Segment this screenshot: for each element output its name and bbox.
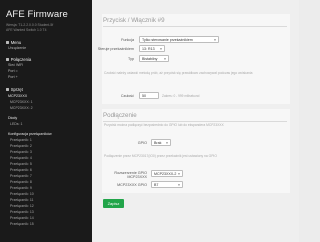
device-name: AFE Wanted Switch 1.0 T4: [6, 28, 47, 32]
mcp-gpio-label: MCP23XXX GPIO: [117, 183, 147, 187]
sidebar-item-wifi[interactable]: Sieć WiFi: [8, 63, 23, 67]
sidebar-item-switch-5[interactable]: Przełącznik: 5: [10, 162, 32, 166]
menu-section-heading: Menu: [6, 40, 21, 45]
gpio-label: GPIO: [137, 141, 147, 145]
sidebar-item-switch-1[interactable]: Przełącznik: 1: [10, 138, 32, 142]
hardware-icon: [6, 87, 10, 92]
sidebar-group-leds[interactable]: Diody: [8, 116, 17, 120]
hardware-section-heading: Sprzęt: [6, 87, 23, 92]
sidebar-item-mcp-2[interactable]: MCP23XXX: 2: [10, 106, 33, 110]
sensitivity-note: Czułość należy ustawić metodą prób, aż p…: [104, 71, 253, 75]
sidebar-item-switch-4[interactable]: Przełącznik: 4: [10, 156, 32, 160]
firmware-version: Wersja: T1-2.2.0.0.0 Student-5f: [6, 23, 54, 27]
sidebar-item-switch-2[interactable]: Przełącznik: 2: [10, 144, 32, 148]
sidebar-item-mcp-1[interactable]: MCP23XXX: 1: [10, 100, 33, 104]
expander-label: Rozszerzenie GPIO MCP23XXX: [114, 171, 147, 180]
sidebar-item-switch-12[interactable]: Przełącznik: 12: [10, 204, 34, 208]
connections-section-heading: Połączenia: [6, 57, 31, 62]
save-button[interactable]: Zapisz: [103, 199, 124, 208]
type-label: Typ: [128, 57, 134, 61]
sensitivity-input[interactable]: 50: [139, 92, 159, 99]
sidebar-item-switch-3[interactable]: Przełącznik: 3: [10, 150, 32, 154]
chevron-down-icon: ▼: [177, 183, 181, 187]
function-label: Funkcja: [121, 38, 134, 42]
card-title-connection: Podłączenie: [103, 112, 137, 119]
sidebar-item-switch-8[interactable]: Przełącznik: 8: [10, 180, 32, 184]
sidebar-item-led-1[interactable]: LEDs: 1: [10, 122, 22, 126]
expander-select[interactable]: MCP23XXX-2 ▼: [151, 170, 183, 177]
expander-note: Podłączenie przez MCP23017(IO0) przez pr…: [104, 154, 217, 158]
chevron-down-icon: ▼: [177, 172, 181, 176]
connection-note: Przycisk można podłączyć bezpośrednio do…: [104, 123, 224, 127]
menu-icon: [6, 40, 10, 45]
sidebar-item-switch-6[interactable]: Przełącznik: 6: [10, 168, 32, 172]
sidebar-item-switch-10[interactable]: Przełącznik: 10: [10, 192, 34, 196]
app-title: AFE Firmware: [6, 9, 68, 20]
type-select[interactable]: Bistabilny ▼: [139, 55, 169, 62]
sidebar-item-switch-7[interactable]: Przełącznik: 7: [10, 174, 32, 178]
sidebar-item-port-2[interactable]: Port +: [8, 75, 18, 79]
sidebar: AFE Firmware Wersja: T1-2.2.0.0.0 Studen…: [0, 0, 92, 242]
sensitivity-hint: Zakres: 0 - 999 milisekund: [162, 94, 200, 98]
connections-icon: [6, 57, 10, 62]
card-title-switch: Przycisk / Włącznik #9: [103, 17, 165, 24]
sidebar-item-port-1[interactable]: Port =: [8, 69, 18, 73]
chevron-down-icon: ▼: [213, 38, 217, 42]
chevron-down-icon: ▼: [159, 47, 163, 51]
function-select[interactable]: Tylko sterowanie przekaźnikiem ▼: [139, 36, 219, 43]
sidebar-item-switch-14[interactable]: Przełącznik: 14: [10, 216, 34, 220]
mcp-gpio-select[interactable]: B7 ▼: [151, 181, 183, 188]
chevron-down-icon: ▼: [163, 57, 167, 61]
divider: [103, 26, 287, 27]
sidebar-item-switch-15[interactable]: Przełącznik: 15: [10, 222, 34, 226]
sidebar-item-switch-9[interactable]: Przełącznik: 9: [10, 186, 32, 190]
sidebar-item-switch-13[interactable]: Przełącznik: 13: [10, 210, 34, 214]
gpio-select[interactable]: Brak ▼: [151, 139, 171, 146]
relay-label: Steruje przekaźnikiem: [97, 47, 134, 51]
divider: [103, 121, 287, 122]
chevron-down-icon: ▼: [165, 141, 169, 145]
sidebar-group-switches[interactable]: Konfiguracja przełączników: [8, 132, 52, 136]
sidebar-group-mcp23xxx[interactable]: MCP23XXX: [8, 94, 27, 98]
sensitivity-label: Czułość: [120, 94, 134, 98]
sidebar-item-device[interactable]: Urządzenie: [8, 46, 26, 50]
relay-select[interactable]: 13: R13 ▼: [139, 45, 165, 52]
sidebar-item-switch-11[interactable]: Przełącznik: 11: [10, 198, 33, 202]
